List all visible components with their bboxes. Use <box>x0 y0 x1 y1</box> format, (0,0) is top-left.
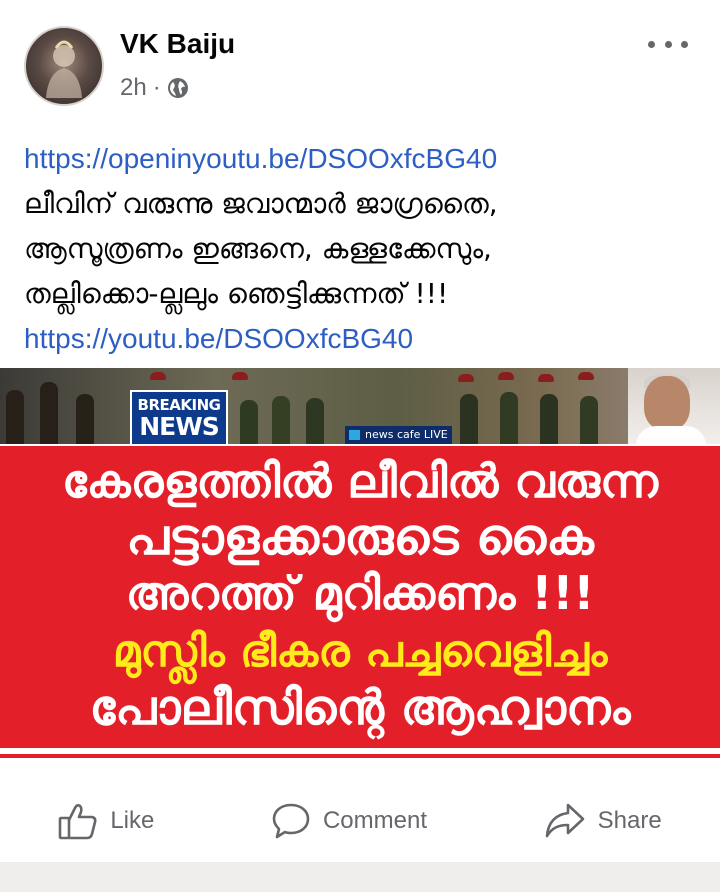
post-time[interactable]: 2h <box>120 74 147 102</box>
post-meta: 2h · <box>120 74 189 102</box>
headline-line-1: കേരളത്തിൽ ലീവിൽ വരുന്ന <box>62 454 658 508</box>
silhouette-figure <box>40 382 58 444</box>
beret-shape <box>578 372 594 380</box>
comment-button[interactable]: Comment <box>271 802 427 840</box>
post-card: VK Baiju 2h · https://openinyoutu.be/DSO… <box>0 0 720 862</box>
post-text-line-1: ലീവിന് വരുന്നു ജവാന്മാർ ജാഗ്രതൈ, <box>24 187 498 220</box>
author-name[interactable]: VK Baiju <box>120 28 235 60</box>
portrait-face <box>644 376 690 430</box>
dot-icon <box>664 40 672 48</box>
soldier-figure <box>540 394 558 444</box>
soldier-figure <box>272 396 290 444</box>
share-button[interactable]: Share <box>544 802 662 840</box>
badge-bottom-text: NEWS <box>139 411 220 441</box>
channel-label: news cafe LIVE <box>345 426 452 444</box>
breaking-news-badge: BREAKING NEWS <box>130 390 228 446</box>
like-button[interactable]: Like <box>58 802 154 840</box>
soldier-figure <box>580 396 598 444</box>
beret-shape <box>458 374 474 382</box>
beret-shape <box>150 372 166 380</box>
headline-line-3: അറത്ത് മുറിക്കണം !!! <box>125 566 595 620</box>
share-label: Share <box>597 807 662 834</box>
soldier-figure <box>240 400 258 444</box>
beret-shape <box>538 374 554 382</box>
comment-label: Comment <box>322 807 427 834</box>
silhouette-figure <box>6 390 24 444</box>
headline-line-2: പട്ടാളക്കാരുടെ കൈ <box>126 508 594 566</box>
soldier-figure <box>306 398 324 444</box>
globe-icon <box>167 78 188 98</box>
soldier-figure <box>500 392 518 444</box>
portrait-shirt <box>636 426 706 446</box>
headline-line-4: മുസ്ലിം ഭീകര പച്ചവെളിച്ചം <box>112 626 608 677</box>
dot-icon <box>681 40 688 48</box>
comment-icon <box>272 803 310 839</box>
post-text-line-3: തല്ലിക്കൊ-ല്ലലും ഞെട്ടിക്കുന്നത് !!! <box>24 277 449 310</box>
meta-separator: · <box>152 74 161 101</box>
post-image[interactable]: BREAKING NEWS news cafe LIVE കേരളത്തിൽ ല… <box>0 368 720 780</box>
post-text: https://openinyoutu.be/DSOOxfcBG40 ലീവിന… <box>24 136 704 361</box>
headline-line-5: പോലീസിന്റെ ആഹ്വാനം <box>89 680 631 736</box>
more-options-button[interactable] <box>648 36 688 52</box>
author-avatar[interactable] <box>24 26 104 106</box>
like-label: Like <box>110 807 155 834</box>
thumbs-up-icon <box>59 804 97 840</box>
post-link-1[interactable]: https://openinyoutu.be/DSOOxfcBG40 <box>24 136 704 181</box>
silhouette-figure <box>76 394 94 444</box>
avatar-figure-icon <box>46 40 82 98</box>
image-bottom-rule <box>0 754 720 758</box>
post-text-line-2: ആസൂത്രണം ഇങ്ങനെ, കള്ളക്കേസും, <box>24 232 492 265</box>
portrait-photo <box>628 368 720 446</box>
beret-shape <box>232 372 248 380</box>
beret-shape <box>498 372 514 380</box>
post-actions-bar: Like Comment Share <box>0 790 720 852</box>
soldier-figure <box>460 394 478 444</box>
share-arrow-icon <box>545 803 584 838</box>
badge-top-text: BREAKING <box>137 395 221 414</box>
post-link-2[interactable]: https://youtu.be/DSOOxfcBG40 <box>24 316 704 361</box>
dot-icon <box>648 40 655 48</box>
